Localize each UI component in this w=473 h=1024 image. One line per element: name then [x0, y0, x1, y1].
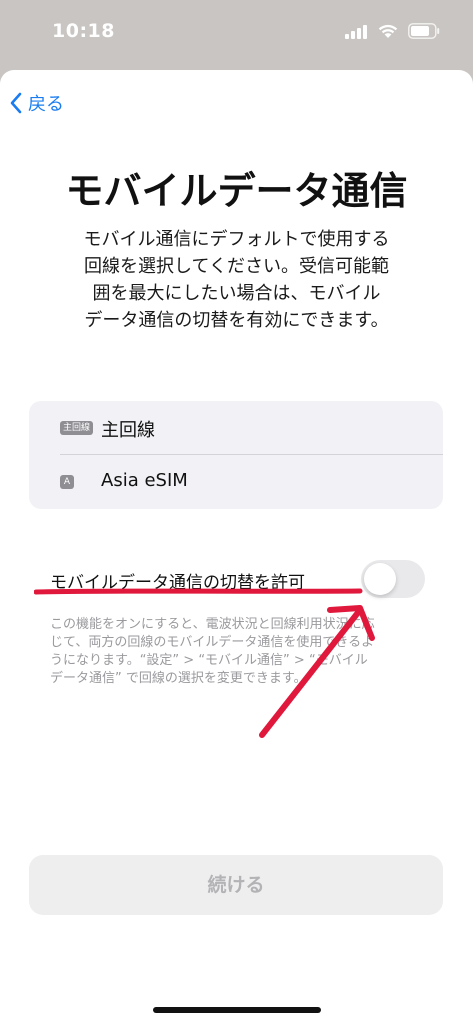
back-label: 戻る: [28, 94, 64, 115]
cellular-signal-icon: [345, 25, 367, 39]
home-indicator: [153, 1007, 321, 1013]
back-button[interactable]: 戻る: [10, 90, 64, 116]
status-time: 10:18: [52, 20, 115, 42]
screen: 10:18 戻る モバイルデータ通信 モバイル通信にデフォルトで使用する 回線を…: [0, 0, 473, 1024]
description: モバイル通信にデフォルトで使用する 回線を選択してください。受信可能範 囲を最大…: [40, 226, 433, 334]
description-line: モバイル通信にデフォルトで使用する: [83, 229, 390, 250]
description-line: 回線を選択してください。受信可能範: [84, 256, 389, 277]
continue-button[interactable]: 続ける: [29, 855, 443, 915]
line-option-asia-esim[interactable]: A Asia eSIM: [29, 455, 443, 509]
wifi-icon: [378, 24, 398, 38]
setup-sheet: 戻る モバイルデータ通信 モバイル通信にデフォルトで使用する 回線を選択してくだ…: [0, 70, 473, 1024]
line-list: 主回線 主回線 A Asia eSIM: [29, 401, 443, 509]
line-badge-icon: 主回線: [60, 421, 94, 435]
line-label: 主回線: [101, 420, 155, 441]
description-line: 囲を最大にしたい場合は、モバイル: [92, 283, 381, 304]
battery-icon: [408, 23, 440, 39]
line-option-primary[interactable]: 主回線 主回線: [29, 401, 443, 455]
description-line: データ通信の切替を有効にできます。: [84, 310, 389, 331]
line-label: Asia eSIM: [101, 470, 188, 491]
page-title: モバイルデータ通信: [65, 169, 408, 213]
status-bar: 10:18: [0, 0, 473, 64]
line-badge-icon: A: [60, 475, 74, 489]
chevron-left-icon: [10, 92, 22, 114]
annotation-arrow-icon: [259, 605, 375, 738]
